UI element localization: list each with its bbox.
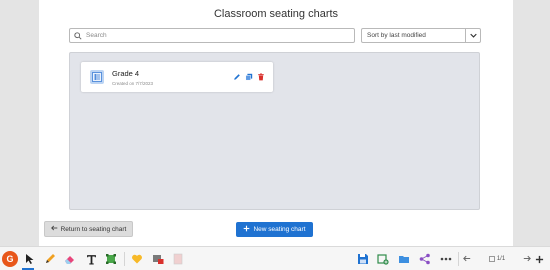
logo-letter: G <box>6 254 14 264</box>
return-to-seating-chart-button[interactable]: Return to seating chart <box>44 221 133 237</box>
page-indicator-text: 1/1 <box>496 256 506 262</box>
eraser-icon[interactable] <box>63 252 77 266</box>
seating-charts-panel: Classroom seating charts Sort by last mo… <box>39 0 513 246</box>
text-icon[interactable] <box>84 252 98 266</box>
return-button-label: Return to seating chart <box>60 225 127 233</box>
select-icon[interactable] <box>104 252 118 266</box>
page-navigator: 1/1 <box>463 252 531 266</box>
sticker-icon[interactable] <box>130 252 144 266</box>
prev-page-icon[interactable] <box>463 255 471 264</box>
page-indicator[interactable]: 1/1 <box>488 256 506 262</box>
card-title: Grade 4 <box>112 69 140 78</box>
media-icon[interactable] <box>151 252 165 266</box>
page-title: Classroom seating charts <box>213 8 339 20</box>
seating-chart-card[interactable]: Grade 4 Created on 7/7/2023 <box>81 62 273 92</box>
search-field[interactable] <box>69 28 355 43</box>
save-icon[interactable] <box>356 252 370 266</box>
arrow-left-icon <box>50 225 58 233</box>
copy-icon[interactable] <box>245 73 253 81</box>
delete-icon[interactable] <box>257 73 265 81</box>
seating-chart-icon <box>90 70 104 84</box>
page-icon <box>488 256 495 262</box>
toolbar-divider <box>458 252 459 266</box>
card-created-date: Created on 7/7/2023 <box>112 81 154 86</box>
cursor-icon[interactable] <box>23 252 37 266</box>
pen-icon[interactable] <box>43 252 57 266</box>
zoom-in-icon[interactable] <box>532 252 546 266</box>
share-icon[interactable] <box>418 252 432 266</box>
more-icon[interactable] <box>439 252 453 266</box>
folder-icon[interactable] <box>397 252 411 266</box>
search-icon <box>74 27 82 45</box>
background-icon[interactable] <box>171 252 185 266</box>
seating-charts-list: Grade 4 Created on 7/7/2023 <box>69 52 480 210</box>
bottom-toolbar: G 1/1 <box>0 246 550 270</box>
add-page-icon[interactable] <box>376 252 390 266</box>
sort-dropdown[interactable]: Sort by last modified <box>361 28 481 43</box>
edit-icon[interactable] <box>233 73 241 81</box>
chevron-down-icon[interactable] <box>465 29 480 42</box>
new-seating-chart-button[interactable]: New seating chart <box>236 222 313 237</box>
next-page-icon[interactable] <box>523 255 531 264</box>
sort-selected-label: Sort by last modified <box>367 32 426 39</box>
search-input[interactable] <box>86 32 346 39</box>
app-logo[interactable]: G <box>2 251 18 267</box>
plus-icon <box>243 225 250 234</box>
new-button-label: New seating chart <box>253 226 306 233</box>
toolbar-divider <box>124 252 125 266</box>
